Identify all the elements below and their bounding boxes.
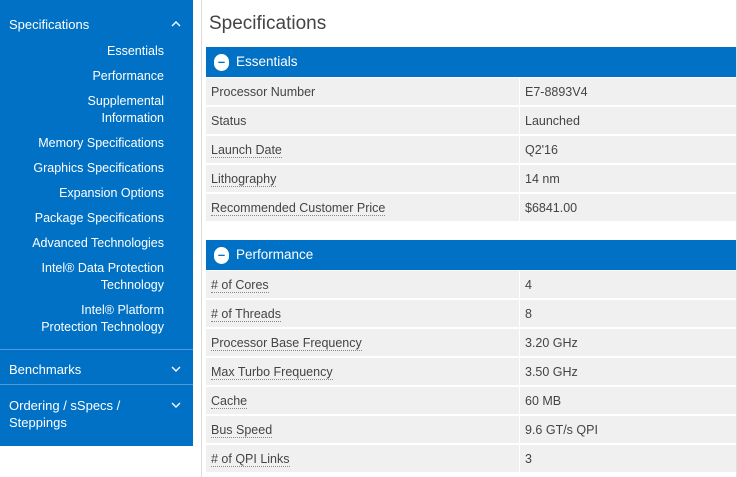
table-row: # of Threads 8 <box>206 300 736 328</box>
spec-value: 3.50 GHz <box>525 365 578 379</box>
spec-value: $6841.00 <box>525 201 578 215</box>
spec-label: Processor Base Frequency <box>206 329 520 357</box>
table-row: Cache 60 MB <box>206 387 736 415</box>
spec-value: 14 nm <box>525 172 560 186</box>
sidebar-link-data-protection[interactable]: Intel® Data Protection Technology <box>0 260 193 294</box>
section-title: Essentials <box>236 54 298 69</box>
spec-label-tooltip[interactable]: # of Threads <box>211 307 281 322</box>
table-row: Status Launched <box>206 107 736 135</box>
table-row: Launch Date Q2'16 <box>206 136 736 164</box>
spec-label: Lithography <box>206 165 520 193</box>
spec-label: # of Threads <box>206 300 520 328</box>
table-row: # of QPI Links 3 <box>206 445 736 473</box>
spec-value: 8 <box>525 307 532 321</box>
spec-label-tooltip[interactable]: # of Cores <box>211 278 269 293</box>
spec-value: 3.20 GHz <box>525 336 578 350</box>
spec-value: E7-8893V4 <box>525 85 588 99</box>
spec-label: Recommended Customer Price <box>206 194 520 222</box>
spec-label: Status <box>206 107 520 135</box>
section-title: Performance <box>236 247 314 262</box>
chevron-up-icon <box>171 17 181 31</box>
spec-label: # of QPI Links <box>206 445 520 473</box>
spec-label-tooltip[interactable]: Processor Base Frequency <box>211 336 362 351</box>
spec-value: 3 <box>525 452 532 466</box>
chevron-down-icon <box>171 398 181 412</box>
spec-value: 60 MB <box>525 394 562 408</box>
section-header-performance[interactable]: – Performance <box>206 240 736 270</box>
spec-label-tooltip[interactable]: Max Turbo Frequency <box>211 365 333 380</box>
chevron-down-icon <box>171 362 181 376</box>
table-row: # of Cores 4 <box>206 271 736 299</box>
table-row: Recommended Customer Price $6841.00 <box>206 194 736 222</box>
spec-label-tooltip[interactable]: # of QPI Links <box>211 452 290 467</box>
spec-value: Q2'16 <box>525 143 558 157</box>
spec-label-tooltip[interactable]: Cache <box>211 394 248 409</box>
sidebar-ordering[interactable]: Ordering / sSpecs / Steppings <box>0 385 193 446</box>
collapse-icon[interactable]: – <box>214 54 229 71</box>
sidebar-link-graphics[interactable]: Graphics Specifications <box>0 160 193 177</box>
section-header-essentials[interactable]: – Essentials <box>206 47 736 77</box>
spec-label: Launch Date <box>206 136 520 164</box>
spec-label-tooltip[interactable]: Launch Date <box>211 143 282 158</box>
sidebar-specifications-header[interactable]: Specifications <box>0 0 193 47</box>
collapse-icon[interactable]: – <box>214 247 229 264</box>
sidebar-link-performance[interactable]: Performance <box>0 68 193 85</box>
spec-label-text: Status <box>211 114 247 128</box>
sidebar-header-label: Specifications <box>9 17 90 32</box>
spec-label-tooltip[interactable]: Recommended Customer Price <box>211 201 386 216</box>
spec-value: 4 <box>525 278 532 292</box>
sidebar-ordering-label: Ordering / sSpecs / Steppings <box>9 398 121 430</box>
spec-label: Max Turbo Frequency <box>206 358 520 386</box>
spec-label: # of Cores <box>206 271 520 299</box>
sidebar-link-platform-protection[interactable]: Intel® Platform Protection Technology <box>0 302 193 336</box>
spec-label: Bus Speed <box>206 416 520 444</box>
table-row: Processor Base Frequency 3.20 GHz <box>206 329 736 357</box>
spec-value: Launched <box>525 114 580 128</box>
spec-sidebar: Specifications Essentials Performance Su… <box>0 0 193 446</box>
table-row: Processor Number E7-8893V4 <box>206 78 736 106</box>
sidebar-link-advanced[interactable]: Advanced Technologies <box>0 235 193 252</box>
table-row: Max Turbo Frequency 3.50 GHz <box>206 358 736 386</box>
table-row: Bus Speed 9.6 GT/s QPI <box>206 416 736 444</box>
sidebar-link-essentials[interactable]: Essentials <box>0 43 193 60</box>
spec-label-text: Processor Number <box>211 85 316 99</box>
spec-label-tooltip[interactable]: Lithography <box>211 172 277 187</box>
sidebar-link-memory[interactable]: Memory Specifications <box>0 135 193 152</box>
sidebar-benchmarks-label: Benchmarks <box>9 362 82 377</box>
sidebar-link-expansion[interactable]: Expansion Options <box>0 185 193 202</box>
spec-label: Cache <box>206 387 520 415</box>
page-title: Specifications <box>209 13 327 34</box>
table-row: Lithography 14 nm <box>206 165 736 193</box>
sidebar-benchmarks[interactable]: Benchmarks <box>0 350 193 384</box>
sidebar-link-supplemental[interactable]: Supplemental Information <box>0 93 193 127</box>
spec-value: 9.6 GT/s QPI <box>525 423 598 437</box>
spec-label-tooltip[interactable]: Bus Speed <box>211 423 273 438</box>
spec-main-panel: Specifications – Essentials Processor Nu… <box>201 0 737 477</box>
sidebar-link-package[interactable]: Package Specifications <box>0 210 193 227</box>
spec-label: Processor Number <box>206 78 520 106</box>
